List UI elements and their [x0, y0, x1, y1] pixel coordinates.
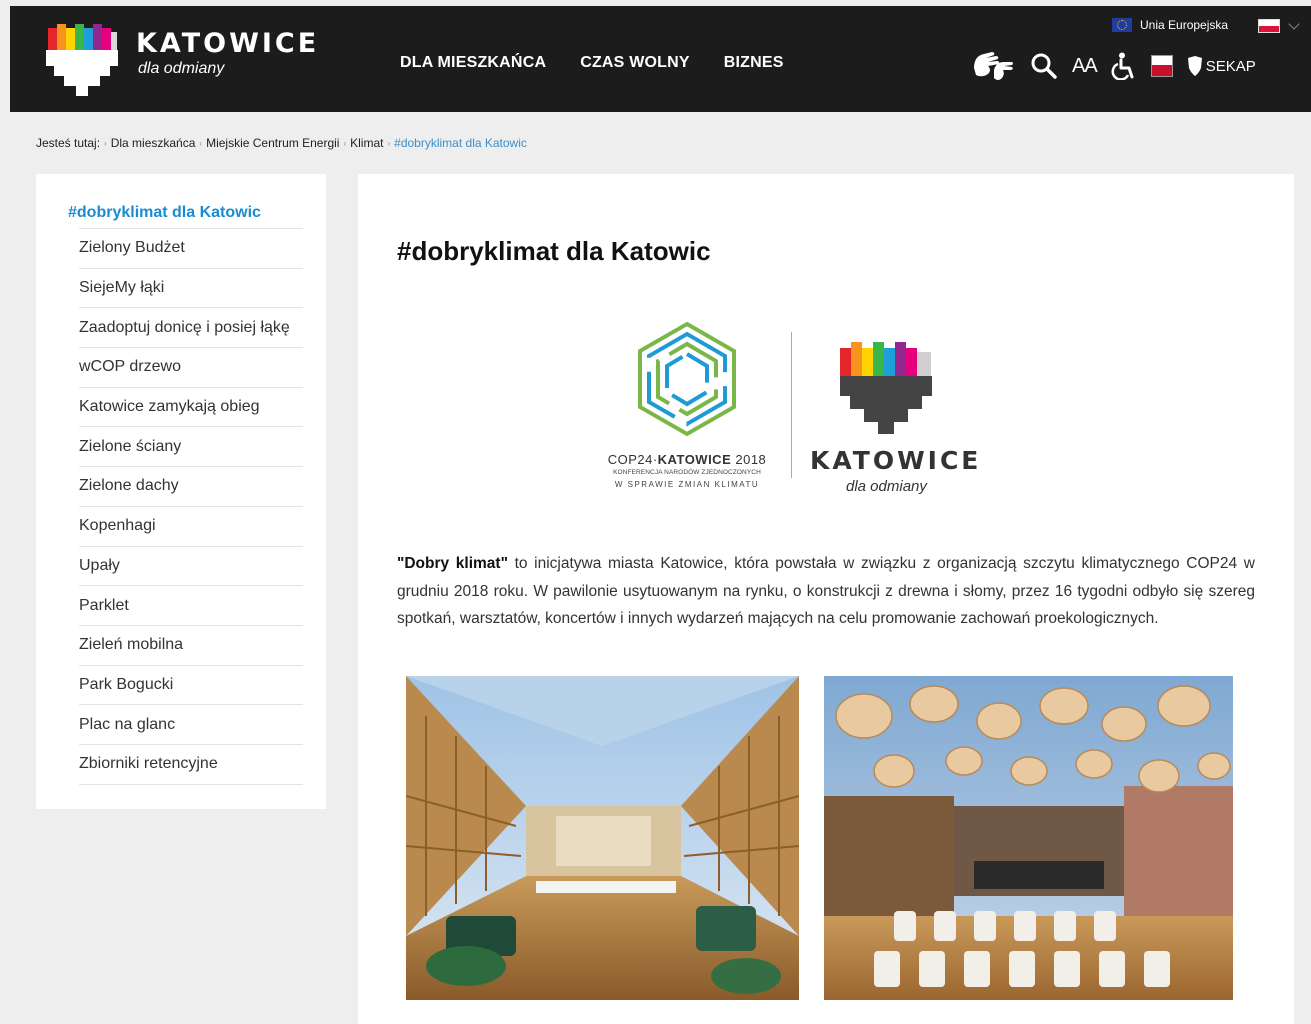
sidebar-item[interactable]: Katowice zamykają obieg	[79, 388, 303, 428]
text-size-button[interactable]: AA	[1072, 55, 1098, 78]
logo-wordmark: KATOWICE	[136, 28, 320, 59]
eu-link[interactable]: Unia Europejska	[1112, 18, 1228, 32]
pavilion-photo-hall[interactable]	[824, 676, 1233, 1000]
nav-biznes[interactable]: BIZNES	[724, 54, 784, 72]
intro-text: to inicjatywa miasta Katowice, która pow…	[397, 555, 1255, 627]
accessibility-icon[interactable]	[1111, 52, 1137, 80]
main-nav: DLA MIESZKAŃCA CZAS WOLNY BIZNES	[400, 54, 784, 72]
pavilion-photo-lounge[interactable]	[406, 676, 799, 1000]
sidebar-item[interactable]: Zieleń mobilna	[79, 626, 303, 666]
logo-divider	[791, 332, 792, 478]
sidebar-item[interactable]: Park Bogucki	[79, 666, 303, 706]
breadcrumb-item-klimat[interactable]: Klimat	[350, 136, 383, 150]
sidebar-item[interactable]: Zbiorniki retencyjne	[79, 745, 303, 785]
sidebar-item[interactable]: Plac na glanc	[79, 705, 303, 745]
eu-label: Unia Europejska	[1140, 18, 1229, 32]
sidebar: #dobryklimat dla Katowic Zielony Budżet …	[36, 174, 326, 809]
breadcrumb-separator-icon: ›	[343, 138, 347, 148]
header-tools: AA SEKAP	[970, 48, 1256, 84]
site-header: KATOWICE dla odmiany DLA MIESZKAŃCA CZAS…	[10, 6, 1311, 112]
sidebar-title[interactable]: #dobryklimat dla Katowic	[68, 204, 261, 222]
intro-bold: "Dobry klimat"	[397, 555, 508, 572]
katowice-tagline: dla odmiany	[846, 478, 927, 495]
main-content: #dobryklimat dla Katowic COP24·KATOWICE …	[358, 174, 1294, 1024]
breadcrumb-separator-icon: ›	[104, 138, 107, 148]
sidebar-item[interactable]: Zielone dachy	[79, 467, 303, 507]
sidebar-item[interactable]: Zielony Budżet	[79, 229, 303, 269]
nav-czas-wolny[interactable]: CZAS WOLNY	[580, 54, 690, 72]
breadcrumb-item-centrum-energii[interactable]: Miejskie Centrum Energii	[206, 136, 339, 150]
sidebar-item[interactable]: Parklet	[79, 586, 303, 626]
breadcrumb-item-dla-mieszkanca[interactable]: Dla mieszkańca	[111, 136, 196, 150]
chevron-down-icon	[1288, 18, 1300, 30]
sidebar-item[interactable]: SiejeMy łąki	[79, 269, 303, 309]
breadcrumb-separator-icon: ›	[387, 138, 391, 148]
sidebar-list: Zielony Budżet SiejeMy łąki Zaadoptuj do…	[79, 228, 303, 785]
page-title: #dobryklimat dla Katowic	[397, 236, 711, 266]
cop24-title: COP24·KATOWICE 2018	[607, 452, 767, 467]
bip-icon[interactable]	[1150, 55, 1173, 77]
hero-logos: COP24·KATOWICE 2018 KONFERENCJA NARODÓW …	[602, 320, 978, 500]
katowice-logo-mark	[46, 24, 118, 96]
intro-paragraph: "Dobry klimat" to inicjatywa miasta Kato…	[397, 550, 1255, 633]
poland-flag-icon	[1258, 19, 1280, 33]
search-icon[interactable]	[1030, 52, 1058, 80]
katowice-logo[interactable]: KATOWICE dla odmiany	[44, 20, 324, 98]
breadcrumb-prefix: Jesteś tutaj:	[36, 136, 101, 150]
logo-tagline: dla odmiany	[138, 60, 225, 77]
cop24-logo-icon	[638, 321, 736, 437]
shield-icon	[1187, 56, 1202, 76]
cop24-subtitle-2: W SPRAWIE ZMIAN KLIMATU	[614, 480, 760, 489]
breadcrumb-separator-icon: ›	[199, 138, 203, 148]
sign-language-icon[interactable]	[970, 48, 1016, 84]
sidebar-item[interactable]: wCOP drzewo	[79, 348, 303, 388]
breadcrumb-current: #dobryklimat dla Katowic	[394, 136, 527, 150]
katowice-logo-mark	[840, 342, 932, 434]
sidebar-item[interactable]: Zaadoptuj donicę i posiej łąkę	[79, 308, 303, 349]
sidebar-item[interactable]: Upały	[79, 547, 303, 587]
breadcrumb: Jesteś tutaj: › Dla mieszkańca › Miejski…	[36, 136, 527, 150]
sekap-link[interactable]: SEKAP	[1187, 56, 1256, 76]
cop24-subtitle: KONFERENCJA NARODÓW ZJEDNOCZONYCH	[613, 469, 761, 476]
eu-flag-icon	[1112, 18, 1132, 32]
language-switcher[interactable]	[1258, 18, 1300, 33]
katowice-wordmark: KATOWICE	[810, 446, 982, 475]
sidebar-item[interactable]: Kopenhagi	[79, 507, 303, 547]
sekap-label: SEKAP	[1205, 57, 1256, 75]
sidebar-item[interactable]: Zielone ściany	[79, 427, 303, 468]
nav-dla-mieszkanca[interactable]: DLA MIESZKAŃCA	[400, 54, 546, 72]
